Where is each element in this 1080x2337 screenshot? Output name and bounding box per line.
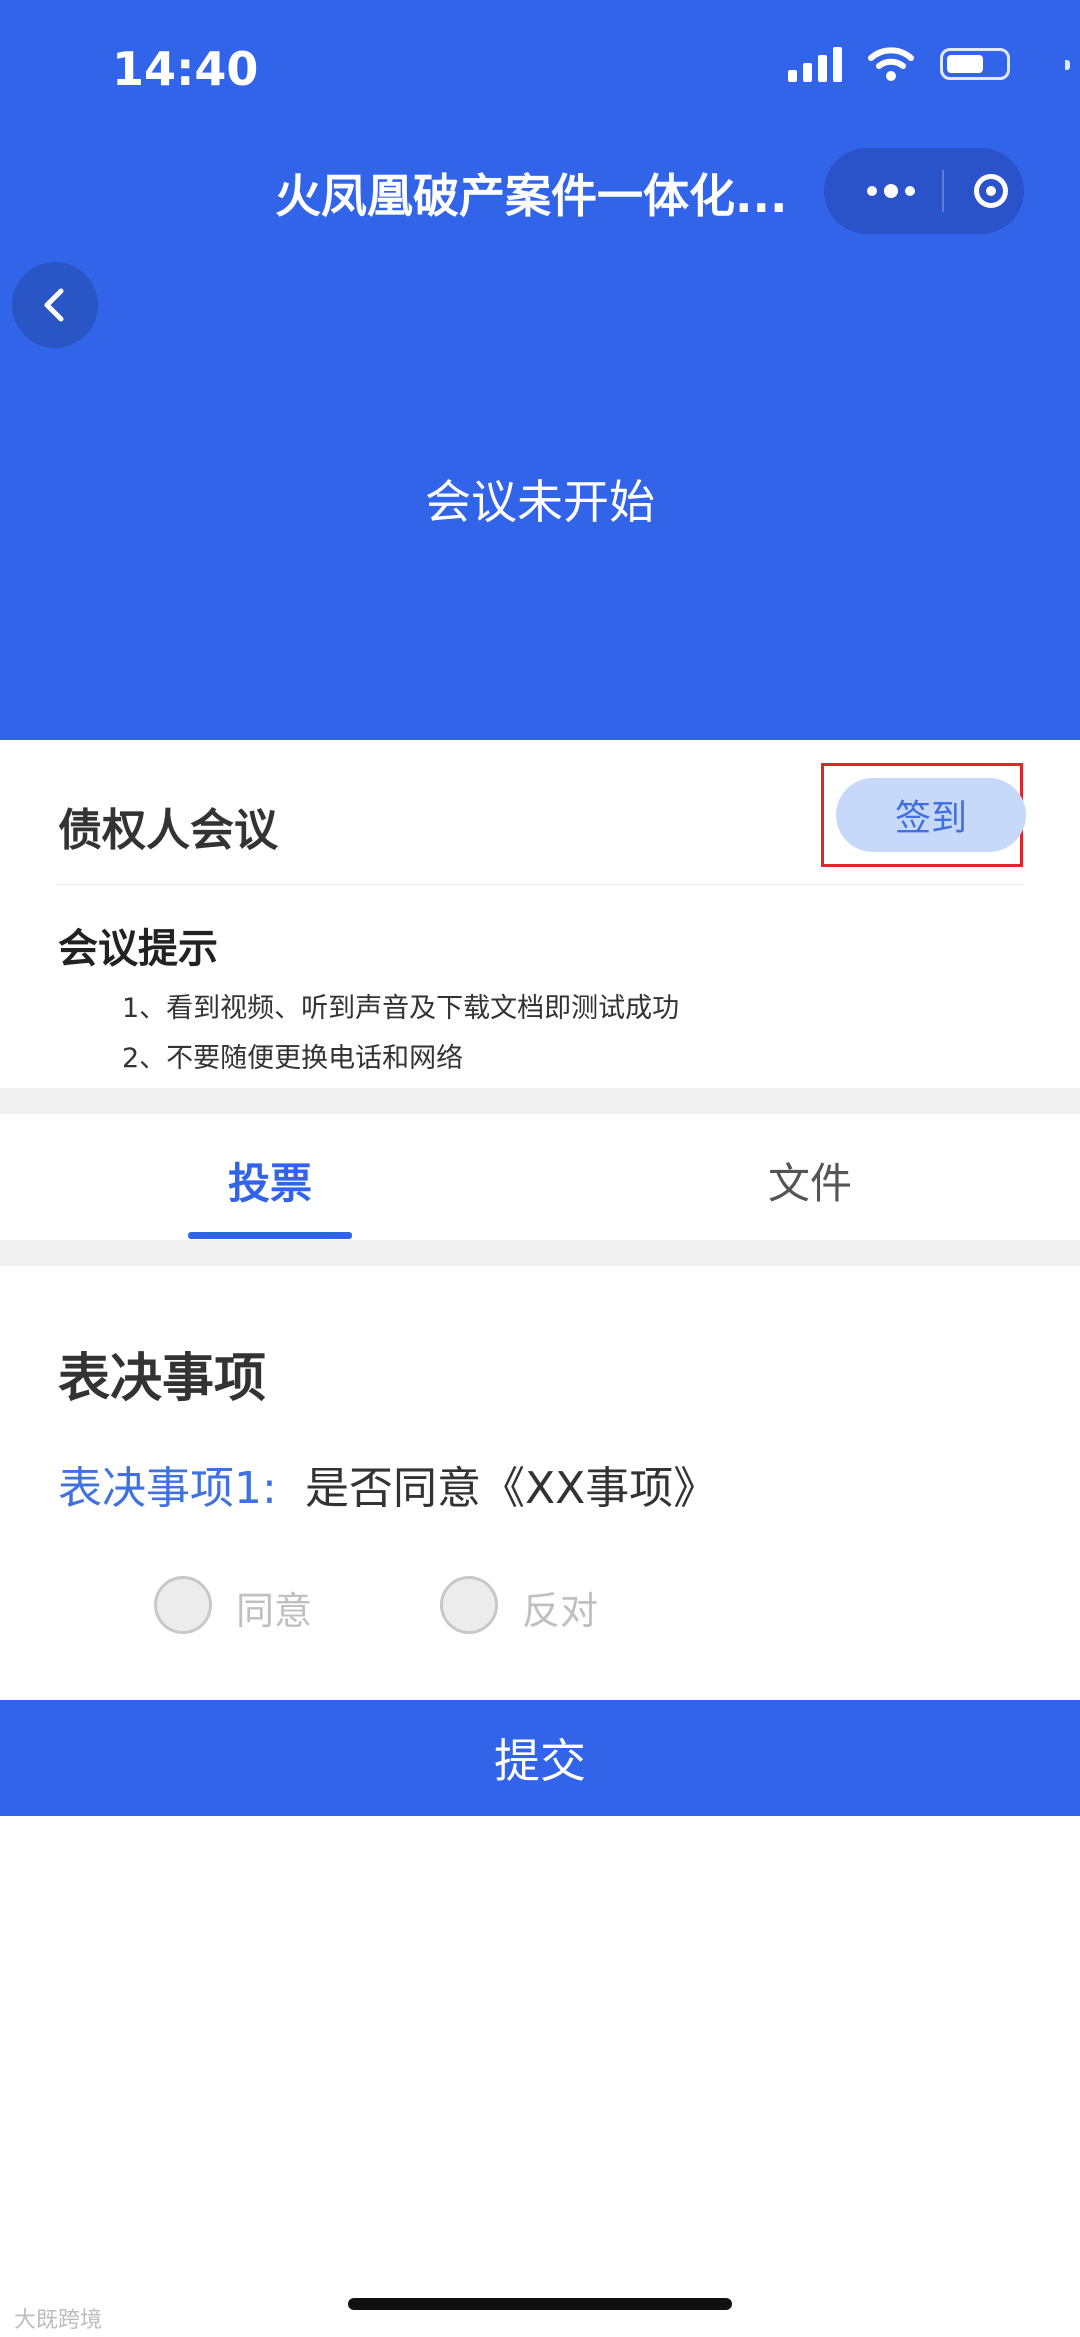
- radio-agree-label[interactable]: 同意: [236, 1580, 312, 1635]
- chevron-left-icon: [44, 288, 64, 322]
- home-indicator: [348, 2298, 732, 2310]
- submit-button[interactable]: 提交: [0, 1700, 1080, 1816]
- section-separator: [0, 1240, 1080, 1266]
- signal-icon: [788, 46, 842, 82]
- vote-item-label: 表决事项1:: [58, 1463, 277, 1514]
- vote-item-text: 是否同意《XX事项》: [305, 1463, 718, 1514]
- voting-heading: 表决事项: [58, 1349, 267, 1409]
- header-hero: [0, 0, 1080, 740]
- target-close-icon[interactable]: [974, 174, 1008, 208]
- back-button[interactable]: [12, 262, 98, 348]
- tip-item: 2、不要随便更换电话和网络: [122, 1043, 464, 1074]
- mini-program-capsule: [824, 148, 1024, 234]
- battery-icon: [940, 48, 1070, 80]
- capsule-divider: [942, 170, 944, 212]
- watermark: 大既跨境: [14, 2308, 103, 2333]
- meeting-title: 债权人会议: [58, 805, 278, 856]
- mini-program-title: 火凤凰破产案件一体化...: [275, 169, 788, 223]
- radio-oppose[interactable]: [440, 1576, 498, 1634]
- status-time: 14:40: [112, 42, 259, 96]
- tab-files[interactable]: 文件: [768, 1150, 852, 1211]
- sign-in-highlight: 签到: [821, 763, 1026, 867]
- sign-in-button[interactable]: 签到: [836, 778, 1026, 852]
- wifi-icon: [868, 47, 914, 81]
- tab-vote[interactable]: 投票: [228, 1150, 312, 1211]
- tip-item: 1、看到视频、听到声音及下载文档即测试成功: [122, 993, 680, 1024]
- active-tab-indicator: [188, 1232, 352, 1239]
- radio-agree[interactable]: [154, 1576, 212, 1634]
- meeting-status: 会议未开始: [425, 475, 655, 529]
- tips-title: 会议提示: [58, 926, 218, 972]
- status-icons: [788, 46, 1070, 82]
- section-separator: [0, 1088, 1080, 1114]
- divider: [56, 884, 1024, 885]
- more-dots-icon[interactable]: [856, 170, 926, 212]
- radio-oppose-label[interactable]: 反对: [522, 1580, 598, 1635]
